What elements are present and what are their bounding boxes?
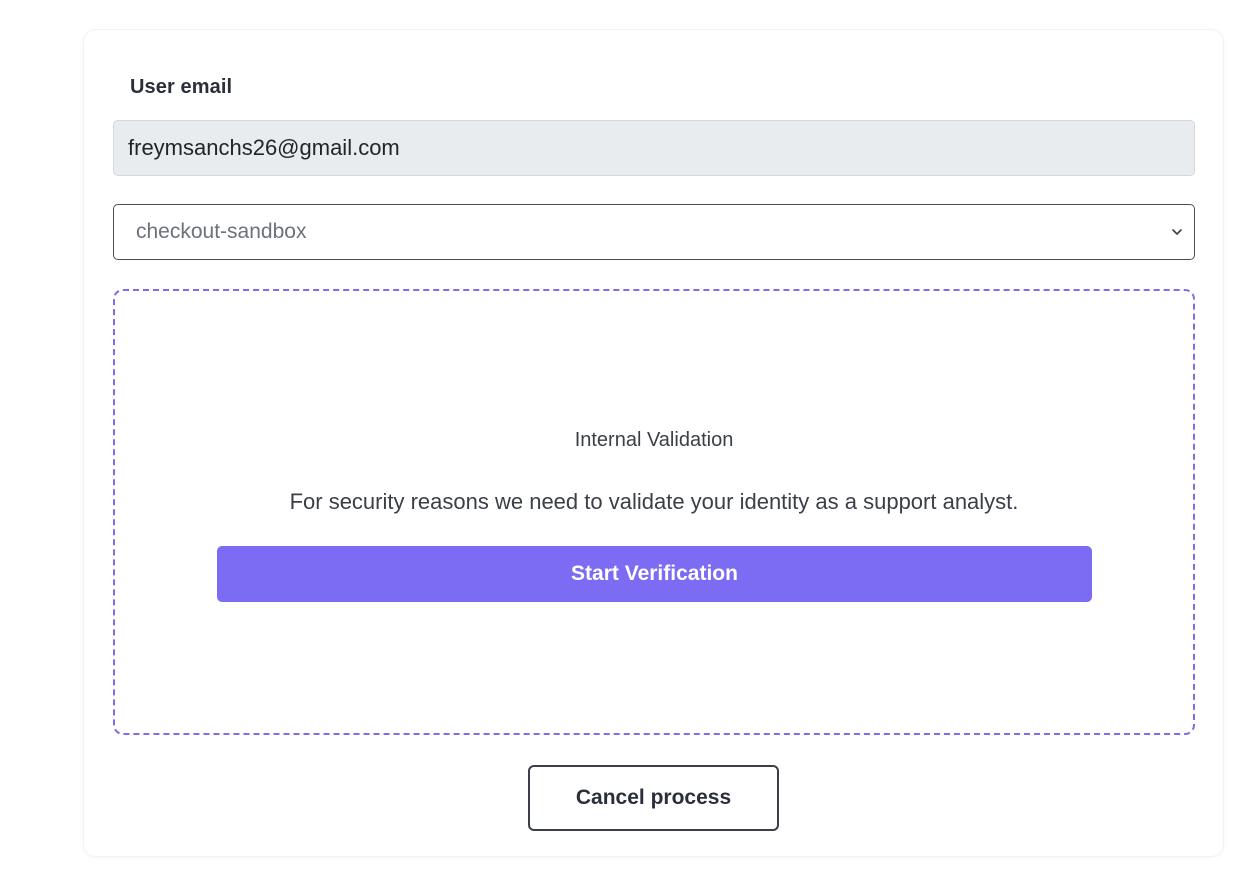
chevron-down-icon	[1172, 229, 1182, 235]
environment-select-value: checkout-sandbox	[136, 220, 307, 243]
environment-select[interactable]: checkout-sandbox	[113, 204, 1195, 260]
user-email-field[interactable]	[113, 120, 1195, 176]
validation-description: For security reasons we need to validate…	[289, 489, 1019, 514]
user-email-label: User email	[130, 76, 233, 98]
verification-card: User email checkout-sandbox Internal Val…	[84, 30, 1223, 856]
internal-validation-panel: Internal Validation For security reasons…	[113, 289, 1195, 735]
cancel-process-button[interactable]: Cancel process	[528, 765, 779, 831]
validation-title: Internal Validation	[574, 429, 734, 451]
start-verification-button[interactable]: Start Verification	[217, 546, 1092, 602]
